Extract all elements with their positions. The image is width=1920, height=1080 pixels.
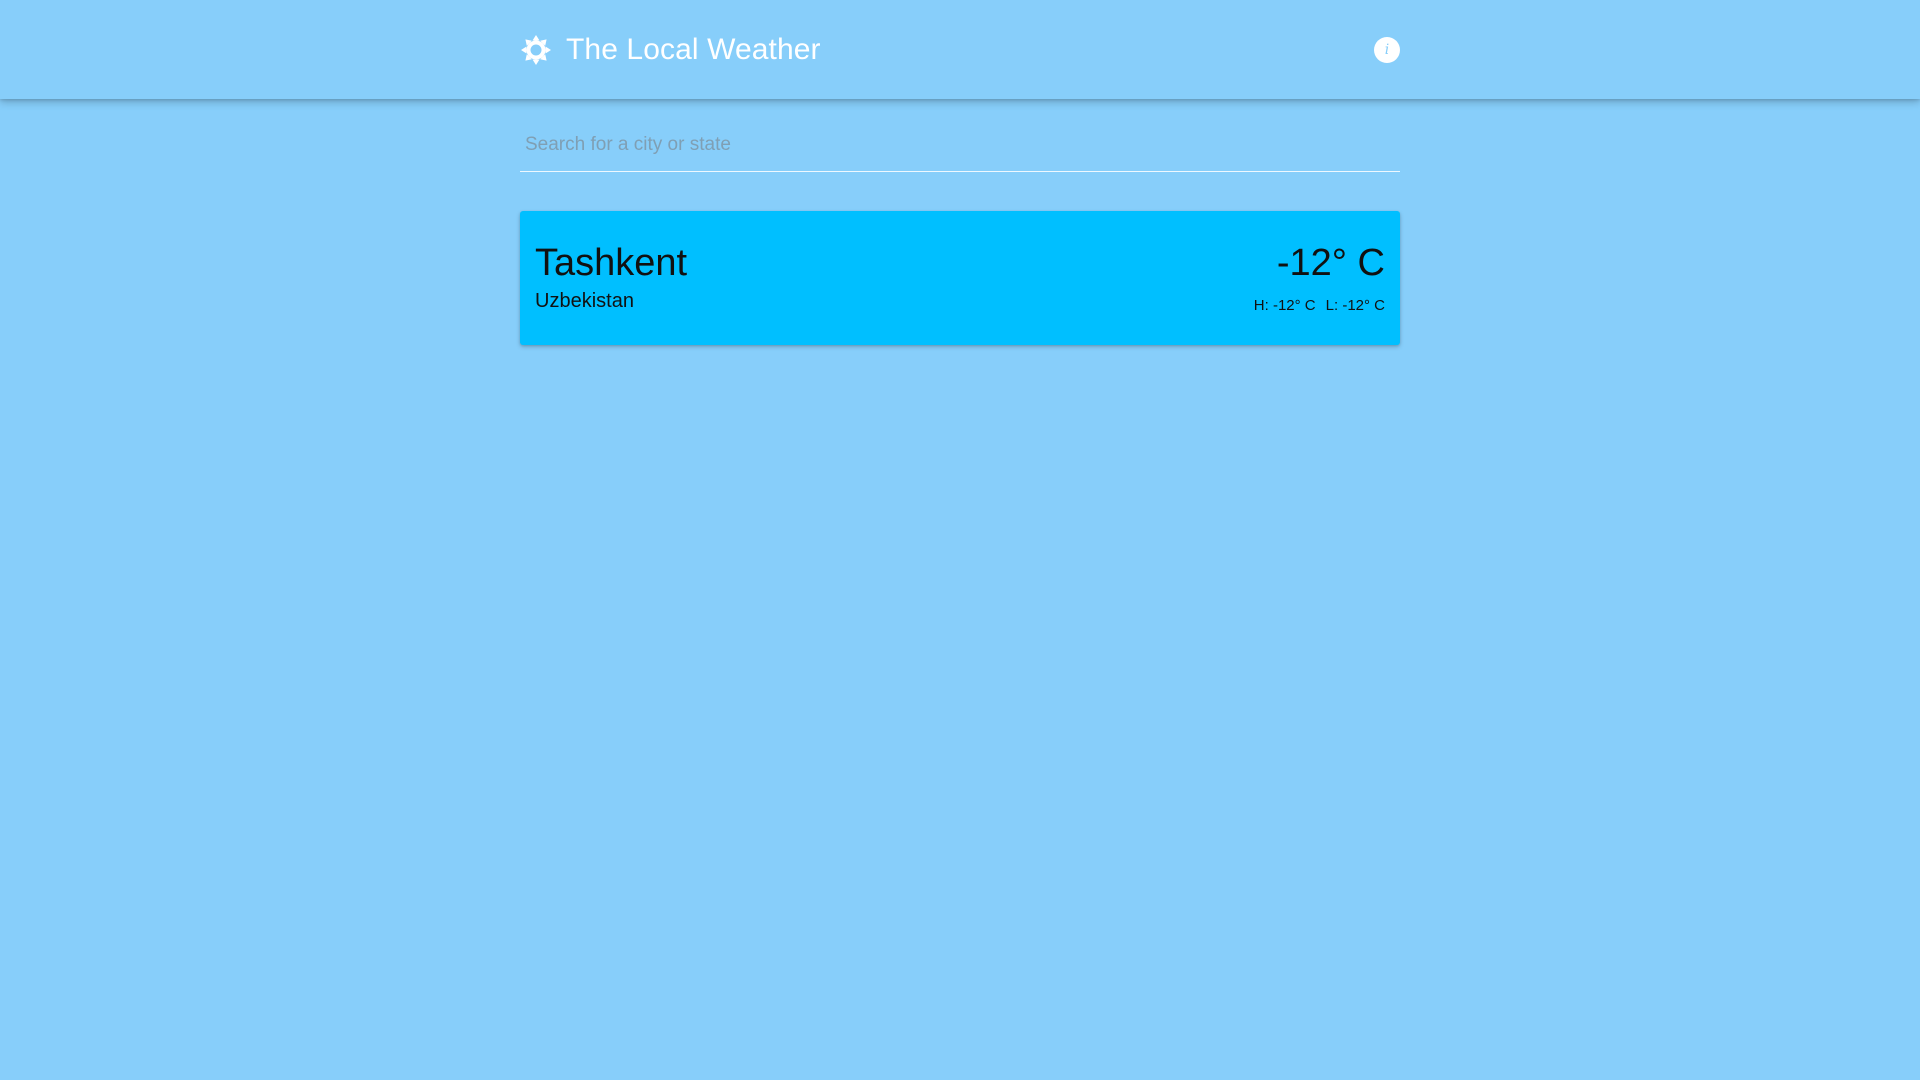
current-temperature: -12° C (1276, 242, 1385, 284)
info-button[interactable]: i (1374, 37, 1400, 63)
city-name: Tashkent (535, 242, 688, 284)
search-field (520, 120, 1400, 172)
weather-card[interactable]: Tashkent Uzbekistan -12° C H: -12° C L: -… (520, 211, 1400, 345)
sun-icon (520, 34, 552, 66)
app-bar: The Local Weather i (0, 0, 1920, 99)
search-input[interactable] (520, 130, 1395, 160)
country-name: Uzbekistan (535, 290, 634, 312)
low-temperature: L: -12° C (1325, 297, 1385, 314)
high-low-temperatures: H: -12° C L: -12° C (1254, 297, 1385, 315)
brand: The Local Weather (520, 30, 821, 70)
info-icon: i (1384, 42, 1390, 58)
app-bar-content: The Local Weather i (520, 0, 1400, 99)
app-title: The Local Weather (566, 33, 821, 66)
high-temperature: H: -12° C (1253, 297, 1316, 314)
